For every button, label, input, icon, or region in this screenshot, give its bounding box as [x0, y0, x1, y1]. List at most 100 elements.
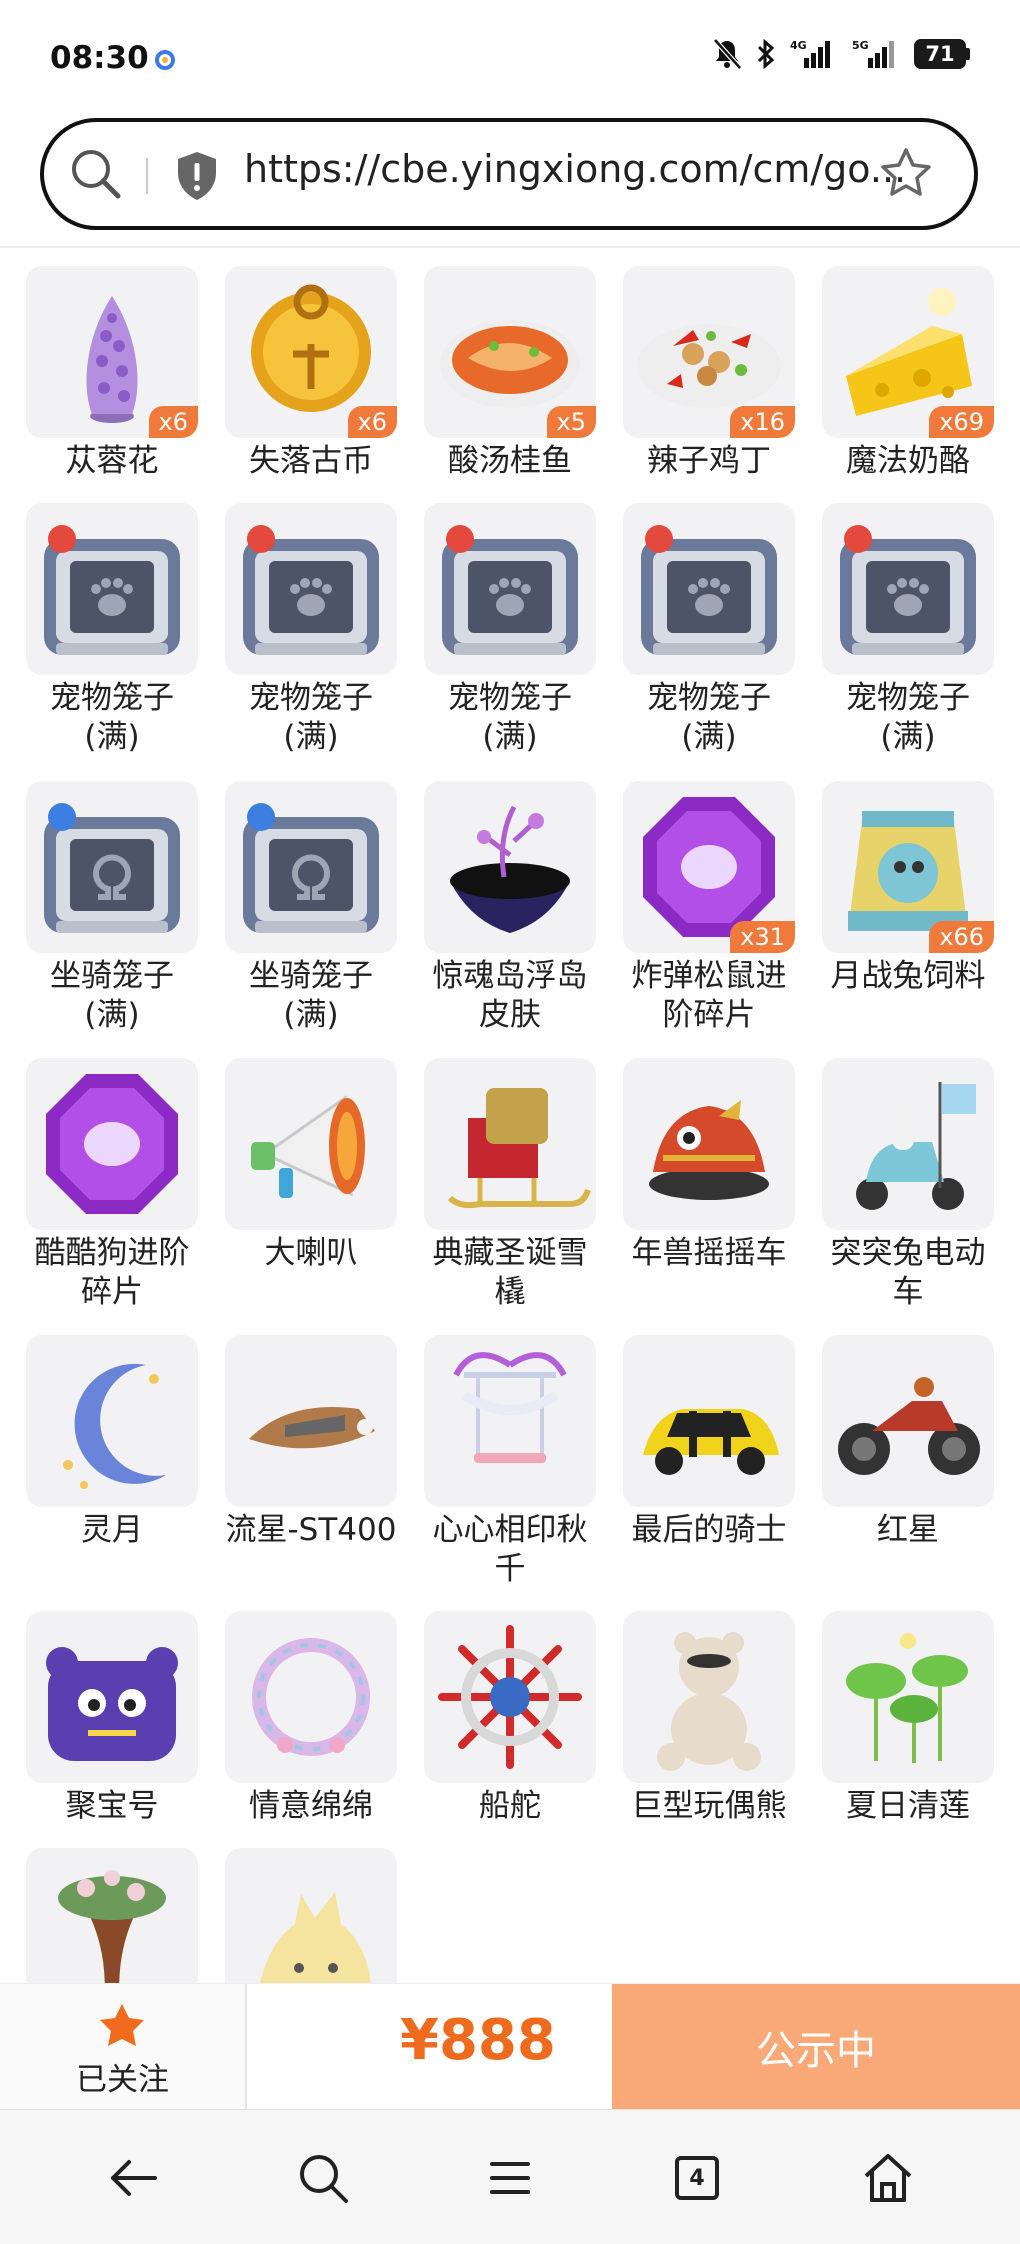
- item-tile[interactable]: [623, 503, 795, 675]
- price: ¥888: [400, 2008, 556, 2073]
- item-tile[interactable]: [26, 781, 198, 953]
- swing-icon: [453, 1352, 567, 1463]
- item-tile[interactable]: [225, 781, 397, 953]
- hedgehog-icon: [260, 1892, 371, 1983]
- signal-4g-icon: 4G: [790, 39, 830, 68]
- item-name: 红星: [877, 1512, 939, 1548]
- item-tile[interactable]: x66: [822, 781, 994, 953]
- item-grid: x6 苁蓉花 x6 失落古币 x5 酸汤桂鱼 x16 辣子鸡丁 x69 魔法奶酪 宠物笼子…: [0, 248, 1020, 1983]
- notification-app-icon: [155, 50, 175, 70]
- quantity-badge: x5: [546, 406, 596, 438]
- tab-count: 4: [675, 2156, 719, 2200]
- action-bar: 已关注 ¥888 公示中: [0, 1983, 1020, 2110]
- status-button[interactable]: 公示中: [612, 1984, 1020, 2110]
- network-2-label: 5G: [852, 39, 869, 52]
- item-tile[interactable]: x6: [225, 266, 397, 438]
- tabs-button[interactable]: 4: [675, 2156, 719, 2200]
- item-tile[interactable]: [822, 1335, 994, 1507]
- mute-bell-icon: [713, 38, 742, 70]
- item-tile[interactable]: x5: [424, 266, 596, 438]
- item-tile[interactable]: x69: [822, 266, 994, 438]
- menu-icon[interactable]: [482, 2150, 538, 2206]
- item-name: 情意绵绵: [249, 1788, 373, 1824]
- item-tile[interactable]: [26, 1335, 198, 1507]
- pet-paw-mark-icon: [844, 525, 872, 553]
- item-tile[interactable]: [26, 503, 198, 675]
- back-arrow-icon[interactable]: [105, 2150, 161, 2206]
- follow-button[interactable]: 已关注: [0, 1984, 247, 2110]
- url-text[interactable]: https://cbe.yingxiong.com/cm/go...: [244, 147, 906, 191]
- item-tile[interactable]: [822, 1058, 994, 1230]
- item-tile[interactable]: [225, 1335, 397, 1507]
- pet-paw-mark-icon: [446, 525, 474, 553]
- item-tile[interactable]: [225, 1848, 397, 1983]
- item-name: 聚宝号: [65, 1788, 159, 1824]
- item-tile[interactable]: [822, 1611, 994, 1783]
- item-name: 惊魂岛浮岛 皮肤: [432, 958, 588, 1033]
- item-name: 大喇叭: [264, 1235, 358, 1271]
- item-tile[interactable]: [623, 1611, 795, 1783]
- ship-wheel-icon: [438, 1625, 582, 1769]
- item-name: 心心相印秋 千: [432, 1512, 588, 1587]
- bluetooth-icon: [757, 38, 775, 70]
- pet-paw-mark-icon: [48, 525, 76, 553]
- item-name: 辣子鸡丁: [647, 443, 771, 479]
- shield-warning-icon[interactable]: [174, 150, 220, 202]
- item-tile[interactable]: [225, 1611, 397, 1783]
- item-tile[interactable]: [26, 1611, 198, 1783]
- followed-star-icon: [100, 2004, 144, 2046]
- item-name: 宠物笼子 (满): [249, 680, 373, 755]
- status-bar: 08:30 4G 5G 71: [0, 0, 1020, 110]
- quantity-badge: x66: [929, 921, 994, 953]
- search-icon[interactable]: [295, 2150, 351, 2206]
- quantity-badge: x31: [730, 921, 795, 953]
- item-tile[interactable]: [424, 1058, 596, 1230]
- item-name: 宠物笼子 (满): [647, 680, 771, 755]
- item-name: 典藏圣诞雪 橇: [432, 1235, 588, 1310]
- item-tile[interactable]: [424, 503, 596, 675]
- item-name: 船舵: [479, 1788, 541, 1824]
- item-name: 月战兔饲料: [830, 958, 986, 994]
- item-tile[interactable]: [623, 1335, 795, 1507]
- hover-bike-icon: [249, 1407, 375, 1449]
- item-tile[interactable]: x6: [26, 266, 198, 438]
- item-name: 突突兔电动 车: [830, 1235, 986, 1310]
- item-name: 夏日清莲: [846, 1788, 970, 1824]
- dragon-car-icon: [649, 1100, 769, 1200]
- status-icons: 4G 5G 71: [712, 38, 970, 70]
- network-1-label: 4G: [790, 39, 807, 52]
- item-name: 流星-ST400: [225, 1512, 397, 1548]
- home-icon[interactable]: [860, 2150, 916, 2206]
- pet-paw-mark-icon: [247, 525, 275, 553]
- pet-paw-mark-icon: [645, 525, 673, 553]
- search-icon[interactable]: [64, 142, 128, 206]
- item-tile[interactable]: [424, 1611, 596, 1783]
- item-tile[interactable]: [225, 1058, 397, 1230]
- item-tile[interactable]: x31: [623, 781, 795, 953]
- item-tile[interactable]: [26, 1848, 198, 1983]
- item-name: 坐骑笼子 (满): [249, 958, 373, 1033]
- item-name: 坐骑笼子 (满): [50, 958, 174, 1033]
- status-time: 08:30: [50, 40, 149, 76]
- bookmark-star-icon[interactable]: [876, 144, 936, 204]
- item-name: 宠物笼子 (满): [448, 680, 572, 755]
- item-tile[interactable]: [26, 1058, 198, 1230]
- address-bar[interactable]: https://cbe.yingxiong.com/cm/go...: [40, 118, 978, 230]
- yellow-car-icon: [643, 1409, 779, 1475]
- item-tile[interactable]: x16: [623, 266, 795, 438]
- item-tile[interactable]: [424, 781, 596, 953]
- item-tile[interactable]: [225, 503, 397, 675]
- item-tile[interactable]: [623, 1058, 795, 1230]
- quantity-badge: x6: [347, 406, 397, 438]
- sleigh-icon: [447, 1088, 591, 1209]
- item-tile[interactable]: [822, 503, 994, 675]
- megaphone-icon: [251, 1095, 365, 1198]
- wreath-icon: [252, 1638, 370, 1756]
- item-name: 最后的骑士: [631, 1512, 787, 1548]
- teddy-bear-icon: [657, 1632, 761, 1771]
- mount-mark-icon: [48, 803, 76, 831]
- floating-island-icon: [450, 805, 570, 933]
- item-tile[interactable]: [424, 1335, 596, 1507]
- item-name: 苁蓉花: [65, 443, 159, 479]
- signal-5g-icon: 5G: [852, 39, 894, 68]
